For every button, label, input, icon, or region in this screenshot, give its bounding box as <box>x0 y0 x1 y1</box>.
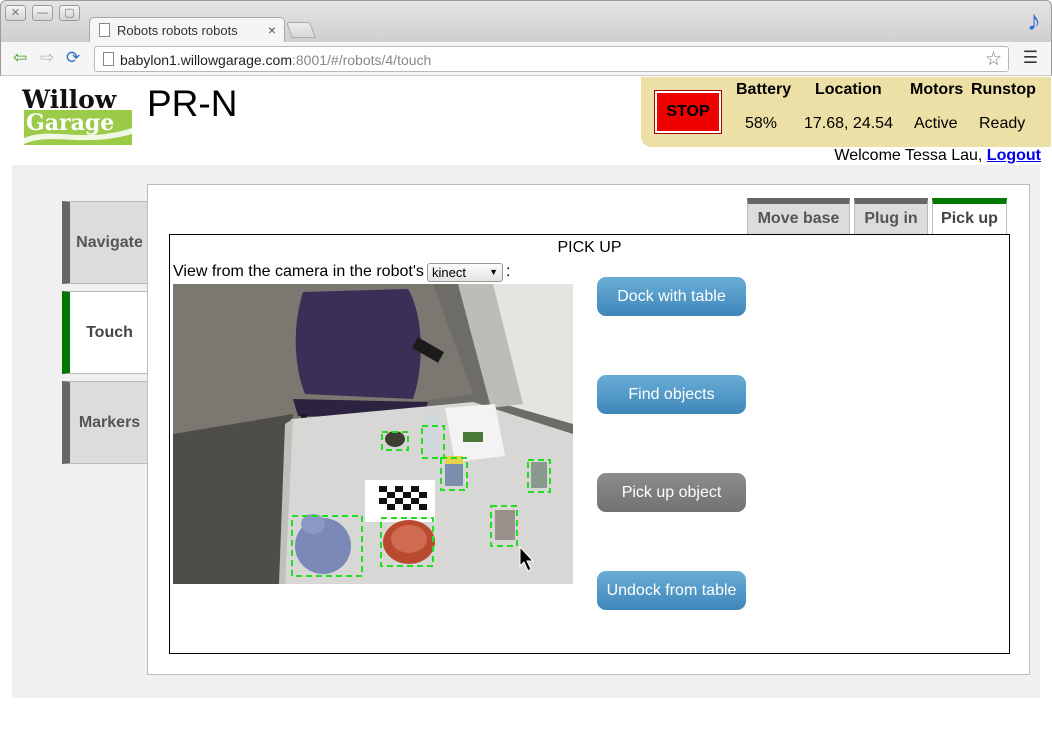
status-panel: STOP Battery 58% Location 17.68, 24.54 M… <box>641 77 1051 147</box>
back-arrow-icon[interactable]: ⇦ <box>13 48 27 68</box>
pick-up-panel: PICK UP View from the camera in the robo… <box>169 234 1010 654</box>
page-icon <box>99 23 110 37</box>
browser-toolbar: ⇦ ⇨ ⟳ babylon1.willowgarage.com:8001/#/r… <box>0 42 1052 76</box>
motors-value: Active <box>914 115 958 132</box>
side-tab-touch[interactable]: Touch <box>62 291 149 374</box>
camera-view[interactable] <box>173 284 573 584</box>
browser-tab[interactable]: Robots robots robots × <box>89 17 285 44</box>
tab-close-icon[interactable]: × <box>268 22 276 38</box>
stop-button[interactable]: STOP <box>654 90 722 134</box>
reload-icon[interactable]: ⟳ <box>66 48 80 68</box>
location-label: Location <box>815 81 882 98</box>
motors-label: Motors <box>910 81 964 98</box>
new-tab-button[interactable] <box>286 22 316 38</box>
bookmark-star-icon[interactable]: ☆ <box>985 48 1002 71</box>
window-minimize-icon[interactable]: — <box>32 5 53 21</box>
camera-label-colon: : <box>506 263 511 280</box>
tab-pick-up[interactable]: Pick up <box>932 198 1007 234</box>
forward-arrow-icon[interactable]: ⇨ <box>40 48 54 68</box>
camera-label: View from the camera in the robot's <box>173 263 424 280</box>
main-panel: Move base Plug in Pick up PICK UP View f… <box>147 184 1030 675</box>
page: Willow Garage PR-N STOP Battery 58% Loca… <box>1 77 1051 734</box>
battery-label: Battery <box>736 81 792 98</box>
tab-title: Robots robots robots <box>117 23 238 38</box>
robot-name: PR-N <box>147 83 238 124</box>
window-close-icon[interactable]: ✕ <box>5 5 26 21</box>
dropdown-arrow-icon: ▼ <box>489 267 498 277</box>
browser-titlebar: ✕ — ▢ Robots robots robots × ♪ <box>0 0 1052 44</box>
logo-line2: Garage <box>26 110 114 136</box>
battery-value: 58% <box>745 115 778 132</box>
menu-icon[interactable]: ☰ <box>1023 48 1038 68</box>
tab-move-base[interactable]: Move base <box>747 198 850 234</box>
window-maximize-icon[interactable]: ▢ <box>59 5 80 21</box>
welcome-label: Welcome Tessa Lau, <box>834 147 983 164</box>
side-tab-navigate[interactable]: Navigate <box>62 201 149 284</box>
page-icon <box>103 52 114 66</box>
pick-up-title: PICK UP <box>557 239 622 256</box>
find-objects-button[interactable]: Find objects <box>597 375 746 414</box>
runstop-label: Runstop <box>971 81 1036 98</box>
logout-link[interactable]: Logout <box>987 147 1041 164</box>
camera-select-value: kinect <box>432 265 466 280</box>
dock-with-table-button[interactable]: Dock with table <box>597 277 746 316</box>
runstop-value: Ready <box>979 115 1026 132</box>
undock-from-table-button[interactable]: Undock from table <box>597 571 746 610</box>
pick-up-object-button[interactable]: Pick up object <box>597 473 746 512</box>
tab-plug-in[interactable]: Plug in <box>854 198 928 234</box>
welcome-text: Welcome Tessa Lau, Logout <box>834 147 1041 165</box>
music-note-icon: ♪ <box>1027 5 1041 36</box>
willow-garage-logo: Willow Garage <box>22 86 132 145</box>
location-value: 17.68, 24.54 <box>804 115 893 132</box>
address-bar[interactable]: babylon1.willowgarage.com:8001/#/robots/… <box>94 46 1009 72</box>
side-tab-markers[interactable]: Markers <box>62 381 149 464</box>
url-text: babylon1.willowgarage.com:8001/#/robots/… <box>120 52 432 68</box>
camera-select[interactable]: kinect ▼ <box>427 263 503 282</box>
